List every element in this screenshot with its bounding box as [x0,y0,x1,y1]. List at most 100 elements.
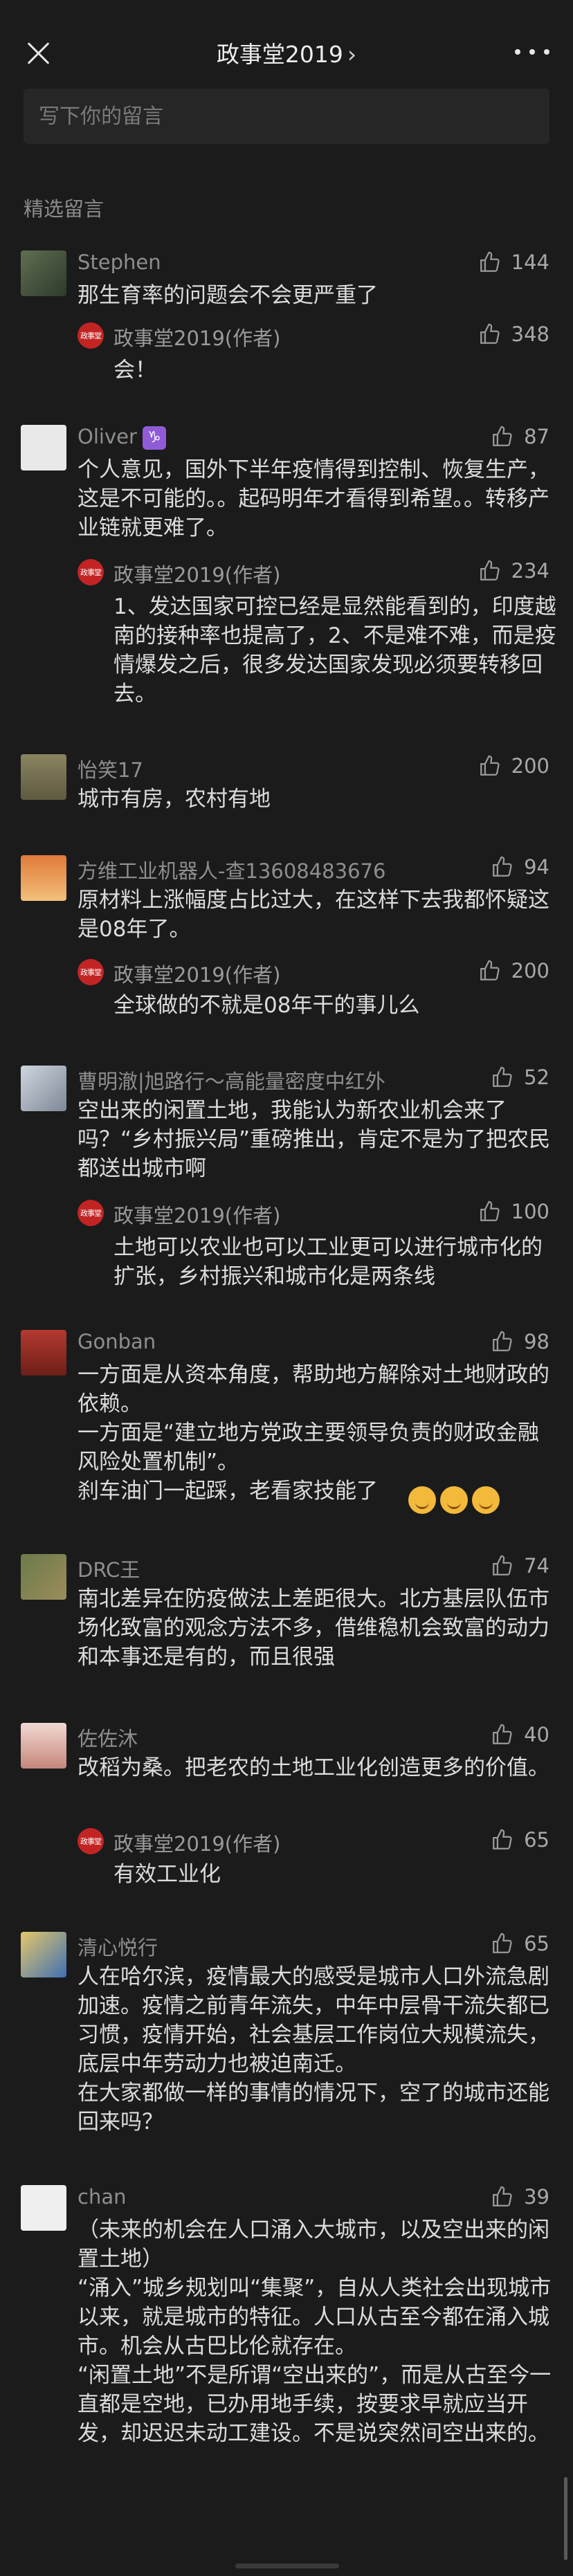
thumbs-up-icon [480,560,500,581]
like-button[interactable]: 74 [491,1554,549,1578]
laughing-emoji-icon [440,1486,468,1514]
thumbs-up-icon [493,1331,512,1351]
comment-author[interactable]: Oliver ♑ [78,425,166,450]
like-count: 100 [511,1200,549,1223]
comment-author[interactable]: Stephen [78,250,161,274]
avatar[interactable] [21,1330,66,1376]
like-count: 65 [524,1828,549,1852]
comment-text: 空出来的闲置土地，我能认为新农业机会来了吗？“乡村振兴局”重磅推出，肯定不是为了… [78,1098,551,1181]
laughing-emoji-icon [408,1486,436,1514]
like-count: 74 [524,1554,549,1578]
like-button[interactable]: 40 [491,1723,549,1746]
comment-author[interactable]: 怡笑17 [78,754,143,783]
thumbs-up-icon [493,856,512,877]
avatar[interactable] [21,250,66,296]
comment-author[interactable]: chan [78,2185,126,2209]
thumbs-up-icon [480,1200,500,1221]
like-count: 200 [511,754,549,778]
like-button[interactable]: 98 [491,1330,549,1353]
reply-like-button[interactable]: 200 [478,959,549,983]
thumbs-up-icon [493,1724,512,1744]
comment-author[interactable]: DRC王 [78,1554,140,1583]
thumbs-up-icon [493,1555,512,1575]
avatar[interactable] [21,855,66,901]
like-button[interactable]: 39 [491,2185,549,2209]
reply-like-button[interactable]: 100 [478,1200,549,1223]
home-indicator[interactable] [235,2564,339,2568]
author-badge: 政事堂 [78,559,104,585]
author-badge: 政事堂 [78,1828,104,1854]
avatar[interactable] [21,1554,66,1600]
like-count: 200 [511,959,549,983]
author-badge: 政事堂 [78,959,104,985]
comment-text: 南北差异在防疫做法上差距很大。北方基层队伍市场化致富的观念方法不多，借维稳机会致… [78,1587,549,1670]
thumbs-up-icon [493,2186,512,2207]
comment-author[interactable]: 清心悦行 [78,1932,158,1961]
like-count: 52 [524,1066,549,1089]
like-button[interactable]: 87 [491,425,549,448]
reply-author: 政事堂2019(作者) [113,327,281,350]
like-button[interactable]: 65 [491,1932,549,1955]
comment-author-name: Oliver [78,425,137,448]
like-count: 87 [524,425,549,448]
more-options-icon[interactable] [515,38,549,66]
reply-like-button[interactable]: 348 [478,322,549,346]
like-count: 348 [511,322,549,346]
avatar[interactable] [21,1723,66,1769]
comment-text: 那生育率的问题会不会更严重了 [78,283,378,308]
reply-text: 全球做的不就是08年干的事儿么 [113,993,420,1018]
avatar[interactable] [21,1932,66,1977]
comment-text: 人在哈尔滨，疫情最大的感受是城市人口外流急剧加速。疫情之前青年流失，中年中层骨干… [78,1964,549,2135]
like-count: 40 [524,1723,549,1746]
like-count: 65 [524,1932,549,1955]
page-title[interactable]: 政事堂2019 › [0,36,573,69]
reply-text: 土地可以农业也可以工业更可以进行城市化的扩张，乡村振兴和城市化是两条线 [113,1235,543,1289]
avatar[interactable] [21,425,66,471]
like-count: 98 [524,1330,549,1353]
emoji-group [408,1486,504,1514]
avatar[interactable] [21,1066,66,1111]
chevron-right-icon: › [347,41,357,68]
thumbs-up-icon [493,1933,512,1953]
reply-author: 政事堂2019(作者) [113,563,281,587]
like-count: 144 [511,250,549,274]
comment-author[interactable]: 方维工业机器人-查13608483676 [78,855,385,884]
thumbs-up-icon [480,960,500,980]
more-dot-2 [529,49,535,55]
reply-text: 有效工业化 [113,1862,221,1887]
comment-input[interactable] [39,104,534,129]
like-count: 94 [524,855,549,879]
comment-author[interactable]: 曹明澈|旭路行～高能量密度中红外 [78,1066,385,1095]
avatar[interactable] [21,2185,66,2231]
author-badge: 政事堂 [78,1200,104,1226]
reply-like-button[interactable]: 234 [478,559,549,583]
reply-like-button[interactable]: 65 [491,1828,549,1852]
comment-author[interactable]: 佐佐沐 [78,1723,138,1752]
reply-author: 政事堂2019(作者) [113,963,281,987]
reply-author: 政事堂2019(作者) [113,1204,281,1227]
comment-input-box[interactable] [24,89,549,144]
comment-text: 城市有房，农村有地 [78,787,271,812]
comment-text: 一方面是从资本角度，帮助地方解除对土地财政的依赖。 一方面是“建立地方党政主要领… [78,1362,549,1504]
thumbs-up-icon [480,323,500,344]
comment-text: 个人意见，国外下半年疫情得到控制、恢复生产，这是不可能的。。起码明年才看得到希望… [78,457,549,540]
section-title: 精选留言 [24,197,104,221]
author-badge: 政事堂 [78,322,104,349]
capricorn-icon: ♑ [142,426,166,450]
thumbs-up-icon [493,1066,512,1087]
thumbs-up-icon [480,755,500,776]
reply-author: 政事堂2019(作者) [113,1832,281,1856]
laughing-emoji-icon [472,1486,500,1514]
like-button[interactable]: 200 [478,754,549,778]
reply-text: 1、发达国家可控已经是显然能看到的，印度越南的接种率也提高了，2、不是难不难，而… [113,594,556,706]
like-button[interactable]: 94 [491,855,549,879]
like-button[interactable]: 52 [491,1066,549,1089]
comment-text: 原材料上涨幅度占比过大，在这样下去我都怀疑这是08年了。 [78,888,549,942]
like-button[interactable]: 144 [478,250,549,274]
avatar[interactable] [21,754,66,800]
scrollbar[interactable] [564,2477,567,2560]
comment-author[interactable]: Gonban [78,1330,156,1353]
page-title-text: 政事堂2019 [216,41,343,68]
thumbs-up-icon [493,1829,512,1849]
more-dot-3 [544,49,549,55]
